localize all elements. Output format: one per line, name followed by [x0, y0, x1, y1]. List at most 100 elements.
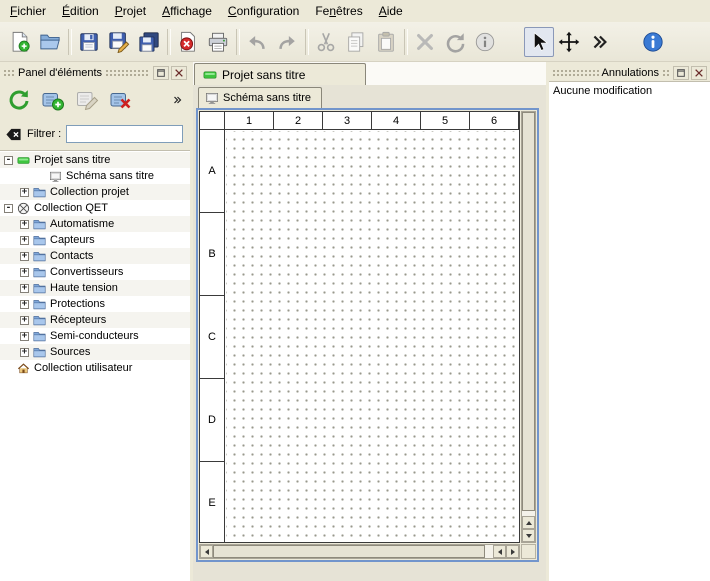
horizontal-scrollbar-thumb[interactable]: [213, 545, 485, 558]
panel-overflow-button[interactable]: [169, 86, 185, 114]
filter-input[interactable]: [66, 125, 183, 143]
tree-item[interactable]: + Protections: [0, 296, 190, 312]
float-panel-button[interactable]: [153, 66, 169, 80]
tree-item-label: Convertisseurs: [50, 266, 123, 278]
tree-item[interactable]: - Projet sans titre: [0, 152, 190, 168]
close-panel-button[interactable]: [171, 66, 187, 80]
vertical-scrollbar-thumb[interactable]: [522, 112, 535, 511]
folder-icon: [33, 266, 46, 279]
open-button[interactable]: [35, 27, 65, 57]
save-as-button[interactable]: [104, 27, 134, 57]
tree-item[interactable]: + Haute tension: [0, 280, 190, 296]
menu-item[interactable]: Configuration: [220, 1, 307, 21]
reload-collections-button[interactable]: [5, 86, 33, 114]
close-file-button[interactable]: [173, 27, 203, 57]
tree-item[interactable]: + Sources: [0, 344, 190, 360]
vertical-scrollbar[interactable]: [521, 111, 536, 543]
tree-expander[interactable]: [36, 172, 45, 181]
tree-item[interactable]: Collection utilisateur: [0, 360, 190, 376]
tree-item-label: Semi-conducteurs: [50, 330, 139, 342]
scroll-left-button-end[interactable]: [493, 545, 506, 558]
undo-panel-titlebar[interactable]: Annulations: [549, 64, 710, 81]
undo-list-item[interactable]: Aucune modification: [551, 83, 708, 98]
float-icon: [676, 68, 686, 78]
undo-button[interactable]: [242, 27, 272, 57]
pan-mode-button[interactable]: [554, 27, 584, 57]
tree-expander[interactable]: +: [20, 316, 29, 325]
menu-item[interactable]: Aide: [371, 1, 411, 21]
menu-item[interactable]: Projet: [107, 1, 154, 21]
tree-item[interactable]: + Automatisme: [0, 216, 190, 232]
tree-item[interactable]: + Capteurs: [0, 232, 190, 248]
copy-icon: [345, 31, 367, 53]
tree-expander[interactable]: +: [20, 252, 29, 261]
folder-icon: [33, 218, 46, 231]
save-all-button[interactable]: [134, 27, 164, 57]
rotate-button[interactable]: [440, 27, 470, 57]
tree-item-label: Récepteurs: [50, 314, 106, 326]
info-icon: [474, 31, 496, 53]
print-button[interactable]: [203, 27, 233, 57]
schema-tabbar: Schéma sans titre: [196, 87, 539, 108]
new-element-icon: [41, 88, 65, 112]
schema-canvas[interactable]: [226, 131, 519, 542]
cut-button[interactable]: [311, 27, 341, 57]
toolbar-overflow-button[interactable]: [584, 27, 614, 57]
scrollbar-track[interactable]: [485, 545, 493, 558]
about-qet-button[interactable]: [638, 27, 668, 57]
tree-item[interactable]: + Contacts: [0, 248, 190, 264]
tree-expander[interactable]: +: [20, 220, 29, 229]
tree-item[interactable]: - Collection QET: [0, 200, 190, 216]
clear-filter-icon[interactable]: [5, 126, 22, 143]
tree-expander[interactable]: -: [4, 204, 13, 213]
tree-expander[interactable]: +: [20, 332, 29, 341]
elements-panel-titlebar[interactable]: Panel d'éléments: [0, 64, 190, 81]
tree-item[interactable]: + Convertisseurs: [0, 264, 190, 280]
tree-item[interactable]: + Collection projet: [0, 184, 190, 200]
toolbar-button: [401, 27, 410, 57]
project-tab[interactable]: Projet sans titre: [194, 63, 366, 85]
tree-expander[interactable]: +: [20, 300, 29, 309]
redo-button[interactable]: [272, 27, 302, 57]
copy-button[interactable]: [341, 27, 371, 57]
qet-collection-icon: [17, 202, 30, 215]
tree-expander[interactable]: -: [4, 156, 13, 165]
tree-item[interactable]: Schéma sans titre: [0, 168, 190, 184]
tree-expander[interactable]: +: [20, 284, 29, 293]
paste-button[interactable]: [371, 27, 401, 57]
scroll-up-button[interactable]: [522, 516, 535, 529]
info-button[interactable]: [470, 27, 500, 57]
tree-item-label: Automatisme: [50, 218, 114, 230]
left-arrow-icon: [498, 549, 502, 555]
select-mode-button[interactable]: [524, 27, 554, 57]
scroll-down-button[interactable]: [522, 529, 535, 542]
scroll-right-button[interactable]: [506, 545, 519, 558]
menu-item[interactable]: Affichage: [154, 1, 220, 21]
new-document-icon: [9, 31, 31, 53]
tree-item[interactable]: + Récepteurs: [0, 312, 190, 328]
tree-expander[interactable]: [4, 364, 13, 373]
edit-element-button[interactable]: [73, 86, 101, 114]
menu-item[interactable]: Fichier: [2, 1, 54, 21]
tree-expander[interactable]: +: [20, 348, 29, 357]
close-panel-button[interactable]: [691, 66, 707, 80]
new-element-button[interactable]: [39, 86, 67, 114]
horizontal-scrollbar[interactable]: [199, 544, 520, 559]
project-tabbar: Projet sans titre: [193, 62, 546, 85]
delete-element-button[interactable]: [107, 86, 135, 114]
tree-expander[interactable]: +: [20, 236, 29, 245]
float-panel-button[interactable]: [673, 66, 689, 80]
column-header: 3: [323, 112, 372, 129]
save-button[interactable]: [74, 27, 104, 57]
delete-button[interactable]: [410, 27, 440, 57]
schema-tab[interactable]: Schéma sans titre: [198, 87, 322, 108]
tree-expander[interactable]: +: [20, 268, 29, 277]
tree-expander[interactable]: +: [20, 188, 29, 197]
project-tab-label: Projet sans titre: [222, 68, 305, 82]
scroll-left-button[interactable]: [200, 545, 213, 558]
new-button[interactable]: [5, 27, 35, 57]
menu-item[interactable]: Édition: [54, 1, 107, 21]
rotate-icon: [444, 31, 466, 53]
tree-item[interactable]: + Semi-conducteurs: [0, 328, 190, 344]
menu-item[interactable]: Fenêtres: [307, 1, 370, 21]
